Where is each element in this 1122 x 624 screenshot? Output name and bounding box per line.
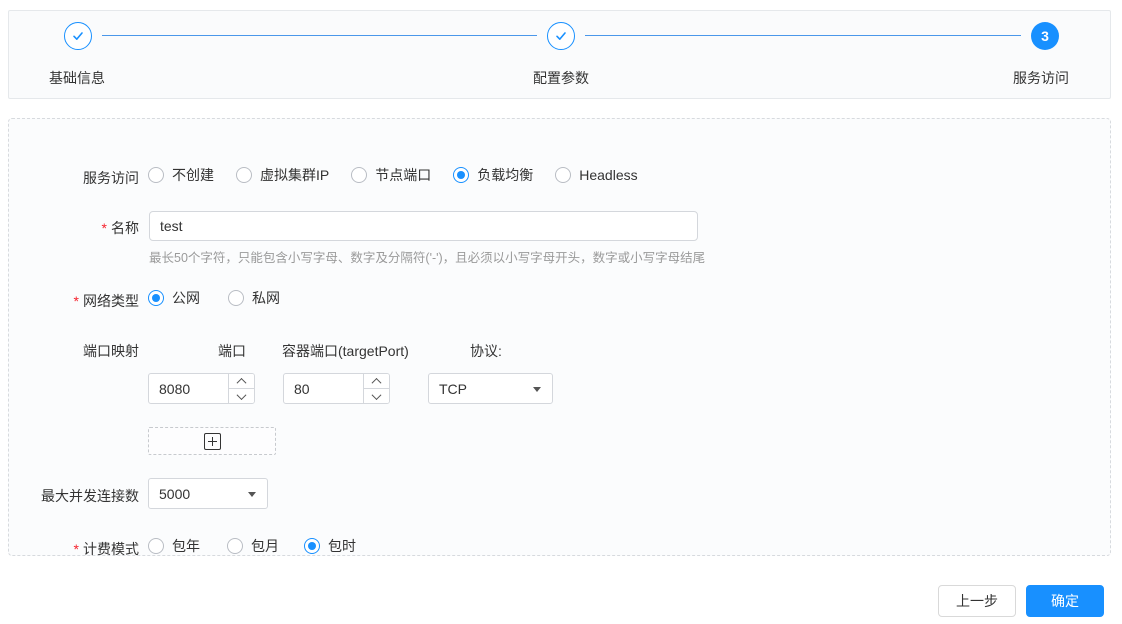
- wizard-stepper: 3 基础信息 配置参数 服务访问: [8, 10, 1111, 99]
- increment-icon[interactable]: [229, 374, 254, 388]
- radio-private-network[interactable]: 私网: [228, 288, 280, 308]
- port-number-input[interactable]: 8080: [148, 373, 255, 404]
- radio-public-network[interactable]: 公网: [148, 288, 200, 308]
- radio-label: 包年: [172, 538, 200, 554]
- step-2-check-icon: [547, 22, 575, 50]
- target-port-column-header: 容器端口(targetPort): [282, 343, 409, 359]
- protocol-select[interactable]: TCP: [428, 373, 553, 404]
- network-type-label: * 网络类型: [73, 293, 139, 309]
- radio-circle-icon: [236, 167, 252, 183]
- radio-virtual-cluster-ip[interactable]: 虚拟集群IP: [236, 165, 329, 185]
- previous-step-button[interactable]: 上一步: [938, 585, 1016, 617]
- required-asterisk: *: [73, 541, 79, 557]
- chevron-down-icon: [533, 387, 541, 392]
- radio-circle-icon: [351, 167, 368, 183]
- chevron-down-icon: [248, 492, 256, 497]
- radio-label: 公网: [172, 290, 200, 306]
- radio-hourly[interactable]: 包时: [304, 536, 356, 556]
- decrement-icon[interactable]: [364, 388, 389, 403]
- radio-label: 包时: [328, 538, 356, 554]
- port-column-header: 端口: [218, 343, 246, 359]
- radio-circle-icon: [227, 538, 243, 554]
- name-label: * 名称: [101, 220, 139, 236]
- service-access-label: 服务访问: [83, 170, 139, 186]
- port-mapping-label: 端口映射: [83, 343, 139, 359]
- name-help-text: 最长50个字符，只能包含小写字母、数字及分隔符('-')，且必须以小写字母开头，…: [149, 251, 706, 265]
- radio-yearly[interactable]: 包年: [148, 536, 200, 556]
- radio-circle-icon: [555, 167, 572, 183]
- billing-mode-label: * 计费模式: [73, 541, 139, 557]
- radio-selected-icon: [453, 167, 470, 183]
- radio-selected-icon: [148, 290, 164, 306]
- confirm-button[interactable]: 确定: [1026, 585, 1104, 617]
- step-label-basic-info: 基础信息: [49, 70, 105, 86]
- radio-selected-icon: [304, 538, 320, 554]
- stepper-connector: [102, 35, 537, 36]
- port-value: 8080: [159, 380, 191, 397]
- target-port-value: 80: [294, 380, 310, 397]
- plus-square-icon: [203, 432, 221, 450]
- port-spinner: [228, 374, 254, 403]
- target-port-spinner: [363, 374, 389, 403]
- increment-icon[interactable]: [364, 374, 389, 388]
- radio-label: 节点端口: [375, 167, 432, 183]
- max-connections-label: 最大并发连接数: [41, 488, 139, 504]
- radio-monthly[interactable]: 包月: [227, 536, 279, 556]
- decrement-icon[interactable]: [229, 388, 254, 403]
- protocol-value: TCP: [439, 380, 467, 397]
- radio-node-port[interactable]: 节点端口: [351, 165, 431, 185]
- max-connections-select[interactable]: 5000: [148, 478, 268, 509]
- max-connections-value: 5000: [159, 485, 191, 502]
- radio-label: 私网: [252, 290, 280, 306]
- billing-mode-radio-group: 包年 包月 包时: [148, 536, 378, 556]
- service-access-radio-group: 不创建 虚拟集群IP 节点端口 负载均衡 Headless: [148, 165, 660, 185]
- step-label-config-params: 配置参数: [533, 70, 589, 86]
- target-port-number-input[interactable]: 80: [283, 373, 390, 404]
- service-access-form-panel: 服务访问 不创建 虚拟集群IP 节点端口 负载均衡 Headless *名称 最…: [8, 118, 1111, 557]
- network-type-radio-group: 公网 私网: [148, 288, 302, 308]
- radio-circle-icon: [148, 167, 164, 183]
- radio-circle-icon: [148, 538, 164, 554]
- radio-label: 包月: [251, 538, 279, 554]
- step-label-service-access: 服务访问: [1013, 70, 1069, 86]
- radio-load-balancer[interactable]: 负载均衡: [453, 165, 533, 185]
- stepper-connector: [585, 35, 1021, 36]
- required-asterisk: *: [73, 293, 79, 309]
- radio-no-create[interactable]: 不创建: [148, 165, 214, 185]
- name-input[interactable]: [149, 211, 698, 241]
- radio-label: Headless: [579, 167, 638, 183]
- radio-label: 负载均衡: [477, 167, 534, 183]
- radio-label: 不创建: [172, 167, 214, 183]
- radio-headless[interactable]: Headless: [555, 167, 638, 183]
- radio-circle-icon: [228, 290, 244, 306]
- protocol-column-header: 协议:: [470, 343, 502, 359]
- add-port-mapping-button[interactable]: [148, 427, 276, 455]
- required-asterisk: *: [101, 220, 107, 236]
- radio-label: 虚拟集群IP: [260, 167, 330, 183]
- step-1-check-icon: [64, 22, 92, 50]
- step-3-badge: 3: [1031, 22, 1059, 50]
